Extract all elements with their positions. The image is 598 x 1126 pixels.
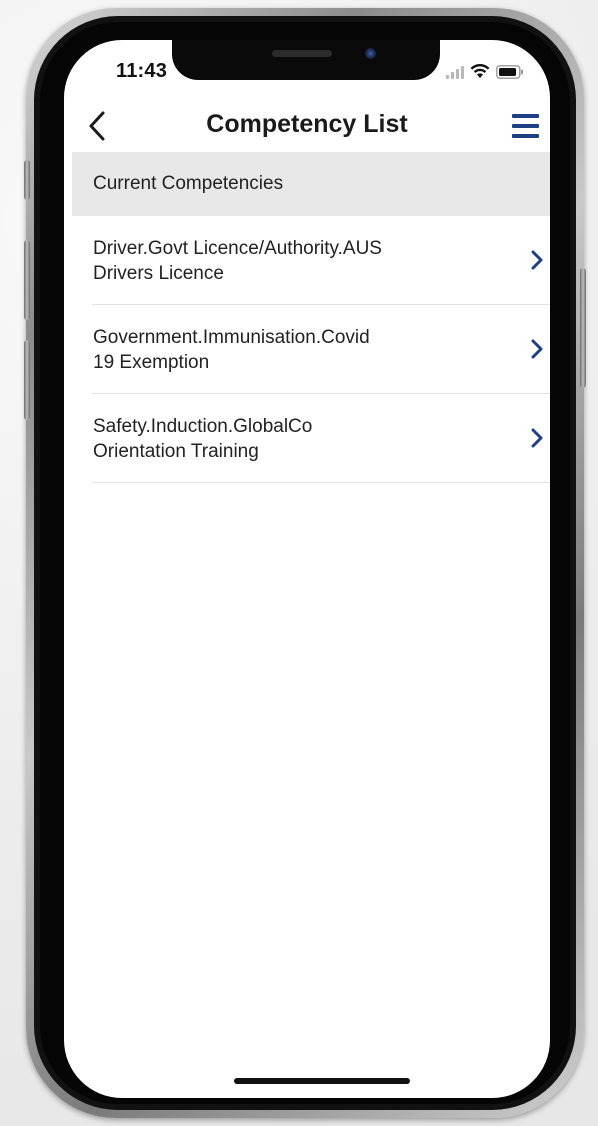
competency-list: Driver.Govt Licence/Authority.AUS Driver… [92,216,550,483]
competency-list-item[interactable]: Government.Immunisation.Covid 19 Exempti… [92,305,550,394]
mute-switch [24,160,30,200]
competency-label: Driver.Govt Licence/Authority.AUS Driver… [93,238,382,284]
chevron-right-icon [531,339,543,359]
competency-label: Government.Immunisation.Covid 19 Exempti… [93,327,370,373]
speaker-grille [272,50,332,57]
competency-label: Safety.Induction.GlobalCo Orientation Tr… [93,416,313,462]
battery-icon [496,64,524,79]
status-icons [446,64,524,79]
menu-button[interactable] [512,112,540,140]
screen: 11:43 Competency List Current Competenci… [64,40,550,1098]
status-time: 11:43 [116,60,168,82]
navigation-bar: Competency List [64,102,550,152]
competency-list-item[interactable]: Driver.Govt Licence/Authority.AUS Driver… [92,216,550,305]
notch [172,40,440,80]
power-button [580,268,586,388]
front-camera-icon [365,48,376,59]
chevron-right-icon [531,250,543,270]
hamburger-menu-icon [512,114,539,118]
volume-down-button [24,340,30,420]
volume-up-button [24,240,30,320]
competency-list-item[interactable]: Safety.Induction.GlobalCo Orientation Tr… [92,394,550,483]
section-header: Current Competencies [72,152,550,216]
section-header-label: Current Competencies [93,173,284,194]
page-title: Competency List [206,110,408,138]
cellular-signal-icon [446,65,464,79]
chevron-right-icon [531,428,543,448]
wifi-icon [470,64,490,79]
home-indicator[interactable] [234,1078,410,1084]
